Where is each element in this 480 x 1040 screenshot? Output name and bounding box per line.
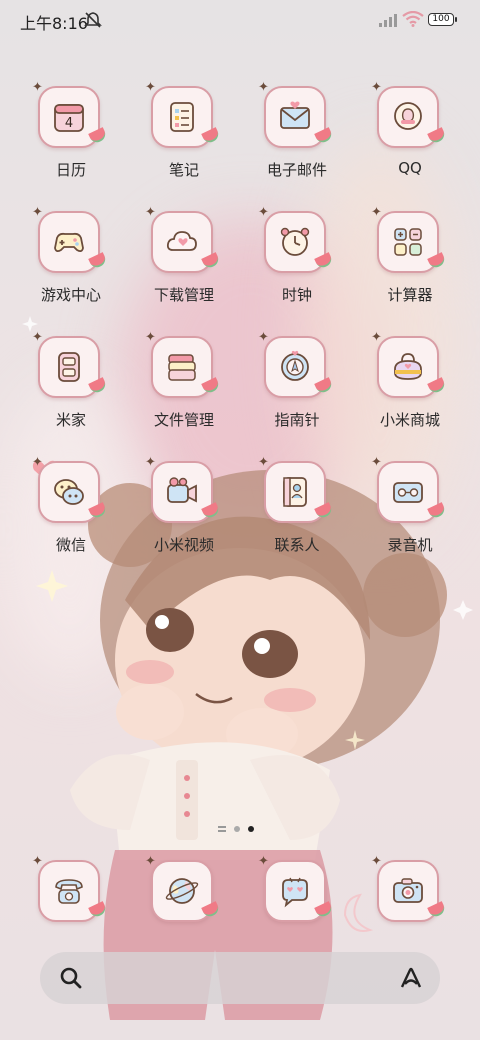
app-label: 游戏中心	[40, 286, 101, 304]
page-indicator[interactable]	[218, 826, 254, 832]
app-notes[interactable]: ✦ 笔记	[129, 80, 239, 196]
app-label: QQ	[398, 159, 422, 177]
app-label: 米家	[55, 411, 86, 429]
app-calculator[interactable]: ✦ 计算器	[355, 205, 465, 321]
app-label: 录音机	[387, 536, 433, 554]
wifi-icon	[402, 11, 424, 27]
signal-icon	[379, 14, 397, 27]
app-label: 微信	[55, 536, 86, 554]
status-time: 上午8:16	[20, 14, 88, 33]
app-contacts[interactable]: ✦ 联系人	[242, 455, 352, 571]
app-email[interactable]: ✦ 电子邮件	[242, 80, 352, 196]
app-game-center[interactable]: ✦ 游戏中心	[16, 205, 126, 321]
app-label: 电子邮件	[266, 161, 327, 179]
app-calendar[interactable]: ✦ 4 日历	[16, 80, 126, 196]
app-mi-video[interactable]: ✦ 小米视频	[129, 455, 239, 571]
app-label: 计算器	[387, 286, 433, 304]
app-label: 小米视频	[153, 536, 214, 554]
app-clock[interactable]: ✦ 时钟	[242, 205, 352, 321]
app-label: 文件管理	[153, 411, 214, 429]
page-indicator-menu	[218, 826, 226, 832]
app-qq[interactable]: ✦ QQ	[355, 80, 465, 196]
app-label: 指南针	[274, 411, 320, 429]
search-icon	[60, 967, 82, 989]
home-search-bar[interactable]	[40, 952, 440, 1004]
app-label: 联系人	[274, 536, 320, 554]
app-download-manager[interactable]: ✦ 下载管理	[129, 205, 239, 321]
app-file-manager[interactable]: ✦ 文件管理	[129, 330, 239, 446]
calendar-day: 4	[65, 116, 73, 131]
battery-indicator: 100	[428, 13, 457, 26]
page-dot-active	[248, 826, 254, 832]
assistant-icon[interactable]	[398, 965, 424, 991]
app-label: 小米商城	[379, 411, 440, 429]
app-compass[interactable]: ✦ 指南针	[242, 330, 352, 446]
app-mi-store[interactable]: ✦ 小米商城	[355, 330, 465, 446]
mute-bell-icon	[84, 12, 102, 28]
status-bar: 上午8:16 100	[0, 0, 480, 42]
app-label: 笔记	[168, 161, 199, 179]
app-mijia[interactable]: ✦ 米家	[16, 330, 126, 446]
app-label: 日历	[55, 161, 86, 179]
app-label: 下载管理	[153, 286, 214, 304]
app-label: 时钟	[281, 286, 312, 304]
app-recorder[interactable]: ✦ 录音机	[355, 455, 465, 571]
page-dot	[234, 826, 240, 832]
app-wechat[interactable]: ✦ 微信	[16, 455, 126, 571]
